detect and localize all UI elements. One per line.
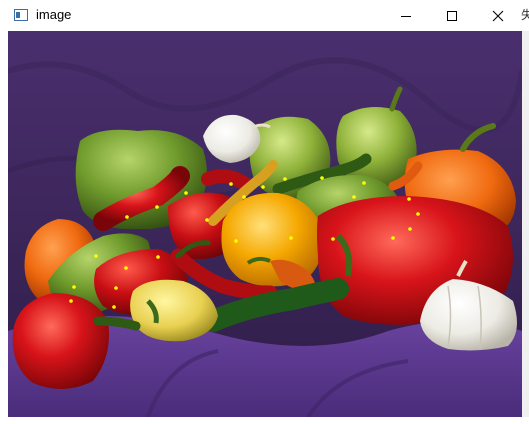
window-bottom-border [0, 417, 529, 424]
close-button[interactable] [475, 0, 521, 31]
keypoint [362, 181, 366, 185]
keypoint [184, 191, 188, 195]
maximize-icon [447, 10, 457, 21]
keypoint [155, 205, 159, 209]
keypoint [229, 182, 233, 186]
keypoint [124, 266, 128, 270]
keypoint [408, 227, 412, 231]
keypoint [391, 236, 395, 240]
keypoint [416, 212, 420, 216]
red-tomato-bottom-left [12, 293, 109, 390]
keypoint [156, 255, 160, 259]
keypoint [331, 237, 335, 241]
keypoint [320, 176, 324, 180]
keypoint [242, 195, 246, 199]
keypoint [94, 254, 98, 258]
keypoint [125, 215, 129, 219]
window-left-border [0, 31, 8, 424]
keypoint [283, 177, 287, 181]
keypoint [72, 285, 76, 289]
image-canvas [8, 31, 522, 417]
maximize-button[interactable] [429, 0, 475, 31]
keypoint [205, 218, 209, 222]
close-icon [492, 10, 504, 21]
background-window-fragment: 失 [521, 8, 529, 22]
peppers-image [8, 31, 522, 417]
window-right-border [522, 31, 529, 417]
keypoint [114, 286, 118, 290]
window-title: image [36, 7, 72, 22]
keypoint [261, 185, 265, 189]
keypoint [69, 299, 73, 303]
keypoint [289, 236, 293, 240]
keypoint [112, 305, 116, 309]
title-bar[interactable]: image 失 [0, 0, 529, 31]
keypoint [352, 195, 356, 199]
app-window-icon [14, 8, 28, 21]
minimize-button[interactable] [383, 0, 429, 31]
keypoint [407, 197, 411, 201]
keypoint [234, 239, 238, 243]
image-window: image 失 [0, 0, 529, 424]
minimize-icon [401, 15, 411, 17]
